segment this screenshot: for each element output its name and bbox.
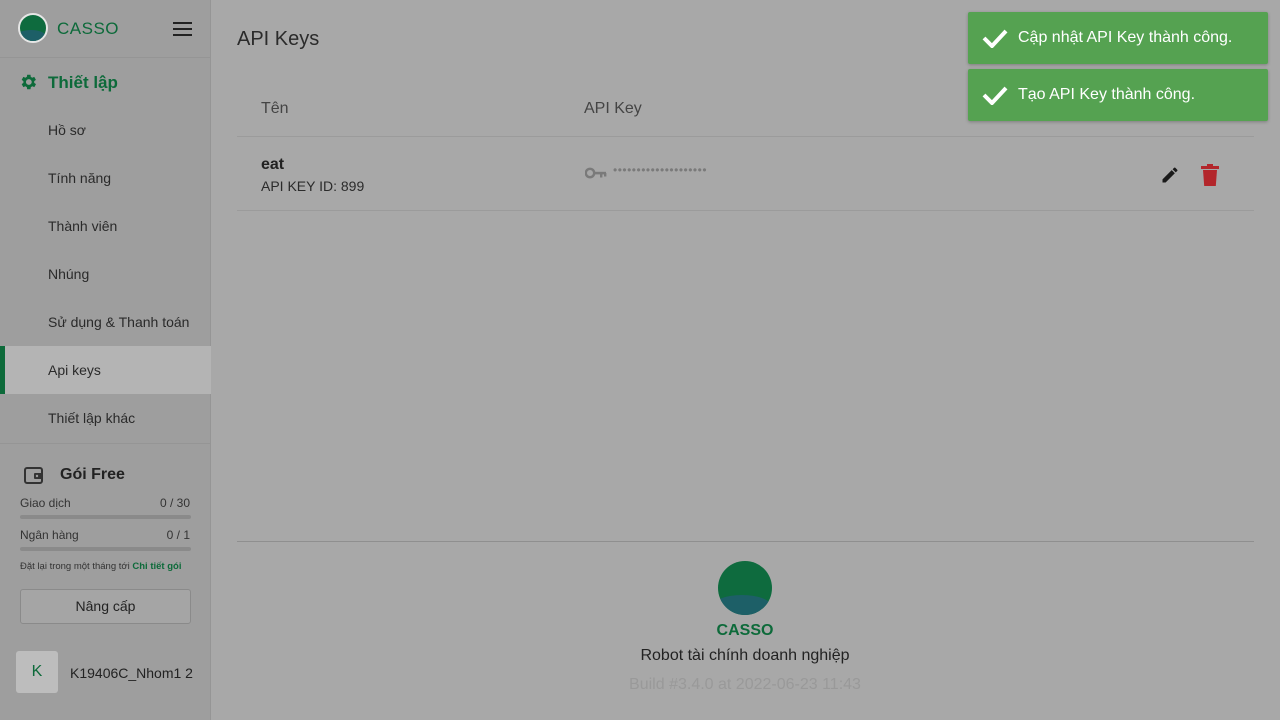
sidebar-item-label: Sử dụng & Thanh toán: [48, 314, 190, 330]
sidebar-item-profile[interactable]: Hồ sơ: [0, 106, 211, 154]
sidebar-item-label: Thành viên: [48, 218, 118, 234]
footer-brand: CASSO: [716, 622, 774, 639]
casso-logo-icon: [718, 561, 772, 615]
toast-message: Cập nhật API Key thành công.: [1018, 29, 1233, 46]
upgrade-button[interactable]: Nâng cấp: [20, 589, 191, 624]
footer-tagline: Robot tài chính doanh nghiệp: [640, 647, 850, 664]
transactions-value: 0 / 30: [159, 496, 190, 510]
wallet-icon: [24, 467, 43, 484]
sidebar-item-label: Hồ sơ: [48, 122, 86, 138]
footer-divider: [237, 541, 1254, 542]
masked-api-key[interactable]: ••••••••••••••••••••: [613, 163, 707, 177]
sidebar-item-label: Tính năng: [48, 170, 112, 186]
brand-name[interactable]: CASSO: [57, 19, 119, 39]
sidebar-item-label: Nhúng: [48, 266, 90, 282]
build-info: Build #3.4.0 at 2022-06-23 11:43: [629, 676, 861, 693]
transactions-progress-bar: [20, 515, 191, 519]
banks-value: 0 / 1: [166, 528, 190, 542]
page-title: API Keys: [237, 28, 320, 50]
reset-note-text: Đặt lại trong một tháng tới: [20, 561, 130, 572]
sidebar-item-members[interactable]: Thành viên: [0, 202, 211, 250]
column-header-name: Tên: [261, 100, 289, 117]
transactions-label: Giao dịch: [20, 496, 71, 510]
sidebar-item-embed[interactable]: Nhúng: [0, 250, 211, 298]
sidebar-item-usage-billing[interactable]: Sử dụng & Thanh toán: [0, 298, 211, 346]
checkmark-icon: [982, 86, 1008, 105]
plan-title: Gói Free: [60, 466, 125, 483]
toast-success[interactable]: Cập nhật API Key thành công.: [968, 12, 1268, 64]
column-header-api-key: API Key: [584, 100, 642, 117]
sidebar-item-label: Api keys: [48, 362, 101, 378]
toast-message: Tạo API Key thành công.: [1018, 86, 1196, 103]
pencil-icon[interactable]: [1160, 165, 1180, 185]
sidebar-item-features[interactable]: Tính năng: [0, 154, 211, 202]
plan-details-link[interactable]: Chi tiết gói: [132, 561, 181, 572]
table-row: eat API KEY ID: 899 ••••••••••••••••••••: [237, 137, 1254, 211]
reset-note: Đặt lại trong một tháng tới Chi tiết gói: [20, 561, 181, 572]
brand-header: CASSO: [0, 0, 211, 58]
username: K19406C_Nhom1 2: [70, 665, 193, 681]
sidebar-item-other-settings[interactable]: Thiết lập khác: [0, 394, 211, 442]
trash-icon[interactable]: [1201, 164, 1219, 186]
sidebar-item-api-keys[interactable]: Api keys: [0, 346, 211, 394]
gear-icon: [21, 74, 36, 90]
api-key-id: API KEY ID: 899: [261, 178, 365, 194]
sidebar: CASSO Thiết lập Hồ sơ Tính năng Thành vi…: [0, 0, 211, 720]
banks-label: Ngân hàng: [20, 528, 79, 542]
user-account[interactable]: K K19406C_Nhom1 2: [0, 640, 211, 704]
sidebar-item-label: Thiết lập khác: [48, 410, 136, 426]
menu-icon[interactable]: [173, 22, 192, 37]
banks-progress-bar: [20, 547, 191, 551]
api-key-name: eat: [261, 156, 285, 173]
casso-logo-icon[interactable]: [18, 13, 48, 43]
avatar: K: [16, 651, 58, 693]
settings-section-label: Thiết lập: [48, 73, 118, 92]
key-icon: [585, 167, 607, 179]
checkmark-icon: [982, 29, 1008, 48]
toast-success[interactable]: Tạo API Key thành công.: [968, 69, 1268, 121]
